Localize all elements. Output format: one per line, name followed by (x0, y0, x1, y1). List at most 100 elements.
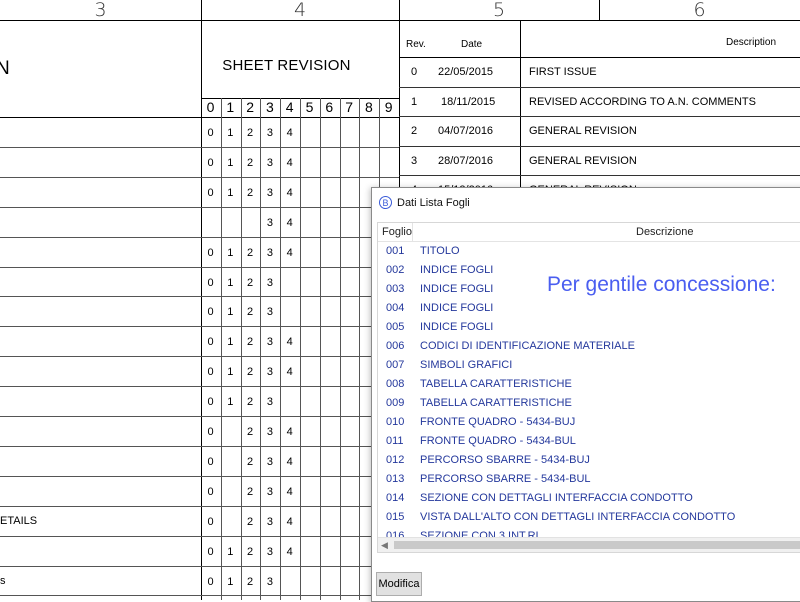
list-header: Foglio Descrizione (378, 223, 800, 242)
sheet-list[interactable]: Foglio Descrizione 001 TITOLO 002 INDICE FO… (377, 222, 800, 553)
revision-date: 28/07/2016 (438, 154, 494, 167)
revision-cell: 0 (207, 276, 214, 289)
list-item[interactable]: 012 PERCORSO SBARRE - 5434-BUJ (378, 451, 800, 470)
row-divider (0, 595, 399, 597)
descrizione-column-header[interactable]: Descrizione (636, 226, 693, 238)
foglio-number: 005 (386, 321, 405, 333)
revision-digit-header: 0 (206, 99, 215, 115)
list-item[interactable]: 007 SIMBOLI GRAFICI (378, 356, 800, 375)
revision-cell: 3 (266, 426, 273, 438)
dialog-title-bar[interactable]: B Dati Lista Fogli (372, 188, 800, 218)
grid-line (339, 98, 341, 600)
row-divider (0, 146, 399, 148)
revision-cell: 2 (247, 515, 254, 528)
revision-cell: 2 (247, 306, 254, 319)
dati-lista-fogli-dialog: B Dati Lista Fogli Foglio Descrizione 00… (371, 187, 800, 602)
list-item[interactable]: 008 TABELLA CARATTERISTICHE (378, 375, 800, 394)
revision-cell: 0 (207, 336, 214, 349)
list-item[interactable]: 010 FRONTE QUADRO - 5434-BUJ (378, 413, 800, 432)
list-item[interactable]: 015 VISTA DALL'ALTO CON DETTAGLI INTERFAC… (378, 508, 800, 527)
foglio-description: PERCORSO SBARRE - 5434-BUL (420, 473, 591, 485)
revision-cell: 2 (247, 455, 254, 468)
revision-cell: 4 (286, 545, 293, 558)
revision-digit-header: 9 (384, 99, 393, 115)
list-item[interactable]: 013 PERCORSO SBARRE - 5434-BUL (378, 470, 800, 489)
modifica-button[interactable]: Modifica (376, 572, 422, 596)
revision-description: FIRST ISSUE (529, 66, 597, 78)
rev-row-divider (399, 116, 800, 117)
rev-column-header: Rev. (406, 39, 426, 50)
revision-cell: 4 (286, 156, 293, 169)
revision-cell: 4 (286, 186, 293, 199)
revision-cell: 2 (247, 575, 254, 588)
revision-cell: 3 (266, 545, 273, 558)
scrollbar-thumb[interactable] (394, 541, 800, 549)
revision-cell: 3 (266, 186, 273, 199)
revision-cell: 0 (207, 156, 214, 169)
foglio-description: TABELLA CARATTERISTICHE (420, 397, 572, 409)
scroll-left-icon[interactable]: ◀ (381, 540, 388, 551)
revision-digit-header: 8 (364, 99, 373, 115)
foglio-description: INDICE FOGLI (420, 321, 494, 333)
revision-date: 22/05/2015 (438, 66, 494, 78)
list-item[interactable]: 005 INDICE FOGLI (378, 318, 800, 337)
list-item[interactable]: 014 SEZIONE CON DETTAGLI INTERFACCIA COND… (378, 489, 800, 508)
revision-cell: 1 (227, 306, 234, 319)
revision-cell: 0 (207, 306, 214, 319)
b-circle-icon: B (379, 196, 392, 209)
revision-digit-header: 5 (305, 99, 314, 115)
revision-digit-header: 4 (285, 99, 294, 115)
foglio-description: INDICE FOGLI (420, 283, 494, 295)
column-strip-border (0, 20, 800, 21)
revision-cell: 0 (207, 127, 214, 139)
revision-cell: 2 (247, 336, 254, 349)
description-column-header: Description (726, 37, 777, 48)
column-number: 3 (94, 0, 107, 21)
list-item[interactable]: 004 INDICE FOGLI (378, 299, 800, 318)
foglio-column-header[interactable]: Foglio (382, 226, 412, 238)
horizontal-scrollbar[interactable]: ◀ (378, 537, 800, 552)
foglio-number: 008 (386, 378, 405, 390)
foglio-description: INDICE FOGLI (420, 302, 494, 314)
row-divider (0, 296, 399, 298)
foglio-number: 003 (386, 283, 405, 295)
list-item[interactable]: 006 CODICI DI IDENTIFICAZIONE MATERIALE (378, 337, 800, 356)
revision-cell: 4 (286, 515, 293, 528)
revision-cell: 4 (286, 366, 293, 379)
list-item[interactable]: 001 TITOLO (378, 242, 800, 261)
revision-cell: 0 (207, 485, 214, 498)
list-item[interactable]: 011 FRONTE QUADRO - 5434-BUL (378, 432, 800, 451)
foglio-description: INDICE FOGLI (420, 264, 494, 276)
revision-cell: 2 (247, 156, 254, 169)
revision-cell: 4 (286, 426, 293, 438)
foglio-number: 002 (386, 264, 405, 276)
foglio-number: 013 (386, 473, 405, 485)
list-item[interactable]: 009 TABELLA CARATTERISTICHE (378, 394, 800, 413)
foglio-description: FRONTE QUADRO - 5434-BUL (420, 435, 576, 447)
revision-cell: 2 (247, 426, 254, 438)
foglio-number: 007 (386, 359, 405, 371)
column-separator[interactable] (412, 223, 413, 241)
foglio-number: 004 (386, 302, 405, 314)
revision-date: 18/11/2015 (441, 95, 496, 108)
revision-cell: 4 (286, 336, 293, 349)
revision-cell: 1 (227, 396, 234, 409)
grid-line (319, 98, 321, 600)
foglio-number: 009 (386, 397, 405, 409)
revision-cell: 2 (247, 545, 254, 558)
sheet-row-label: ETAILS (0, 514, 38, 527)
foglio-description: PERCORSO SBARRE - 5434-BUJ (420, 454, 590, 466)
revision-cell: 0 (207, 575, 214, 588)
revision-cell: 1 (227, 575, 234, 588)
date-column-header: Date (461, 39, 483, 50)
foglio-number: 010 (386, 416, 405, 428)
row-divider (0, 176, 399, 178)
foglio-number: 015 (386, 511, 405, 523)
revision-rev: 3 (411, 154, 418, 167)
revision-description: REVISED ACCORDING TO A.N. COMMENTS (529, 95, 756, 108)
column-number: 6 (693, 0, 706, 21)
row-divider (0, 475, 399, 477)
revision-cell: 4 (286, 246, 293, 259)
revision-cell: 0 (207, 396, 214, 409)
revision-cell: 2 (247, 366, 254, 379)
